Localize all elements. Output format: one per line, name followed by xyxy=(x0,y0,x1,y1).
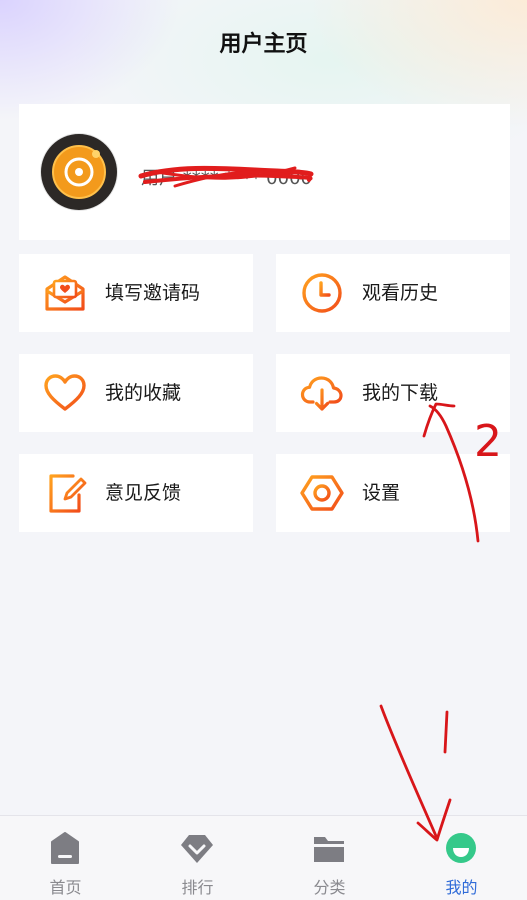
tab-mine[interactable]: 我的 xyxy=(396,816,527,900)
feedback-label: 意见反馈 xyxy=(105,482,182,504)
edit-feedback-icon xyxy=(49,474,87,513)
profile-face-icon xyxy=(446,833,476,863)
settings-label: 设置 xyxy=(362,482,401,504)
favorites-label: 我的收藏 xyxy=(105,382,182,404)
tab-ranking[interactable]: 排行 xyxy=(132,816,263,900)
tab-home-label: 首页 xyxy=(49,878,82,897)
downloads-button[interactable]: 我的下载 xyxy=(276,354,510,432)
page-title: 用户主页 xyxy=(219,32,308,57)
gear-hexagon-icon xyxy=(300,475,344,511)
home-icon xyxy=(51,832,79,864)
favorites-button[interactable]: 我的收藏 xyxy=(19,354,253,432)
folder-icon xyxy=(314,837,344,862)
tab-ranking-label: 排行 xyxy=(181,878,214,897)
invite-code-button[interactable]: 填写邀请码 xyxy=(19,254,253,332)
invite-code-label: 填写邀请码 xyxy=(105,282,201,304)
watch-history-button[interactable]: 观看历史 xyxy=(276,254,510,332)
clock-icon xyxy=(302,273,342,313)
cloud-download-icon xyxy=(300,376,343,411)
tab-category-label: 分类 xyxy=(313,878,346,897)
downloads-label: 我的下载 xyxy=(362,382,439,404)
avatar[interactable] xyxy=(41,134,117,210)
diamond-icon xyxy=(181,835,213,863)
avatar-logo-icon xyxy=(52,145,106,199)
profile-card[interactable]: 用户 **** **** 0000 xyxy=(19,104,510,240)
watch-history-label: 观看历史 xyxy=(362,282,439,304)
tab-mine-label: 我的 xyxy=(445,878,478,897)
bottom-tab-bar: 首页 排行 分类 我的 xyxy=(0,815,527,900)
annotation-mark-line xyxy=(443,710,449,754)
feedback-button[interactable]: 意见反馈 xyxy=(19,454,253,532)
heart-icon xyxy=(44,374,86,411)
settings-button[interactable]: 设置 xyxy=(276,454,510,532)
tab-home[interactable]: 首页 xyxy=(0,816,131,900)
tab-category[interactable]: 分类 xyxy=(264,816,395,900)
username: 用户 **** **** 0000 xyxy=(141,168,312,189)
invite-envelope-icon xyxy=(45,275,85,311)
